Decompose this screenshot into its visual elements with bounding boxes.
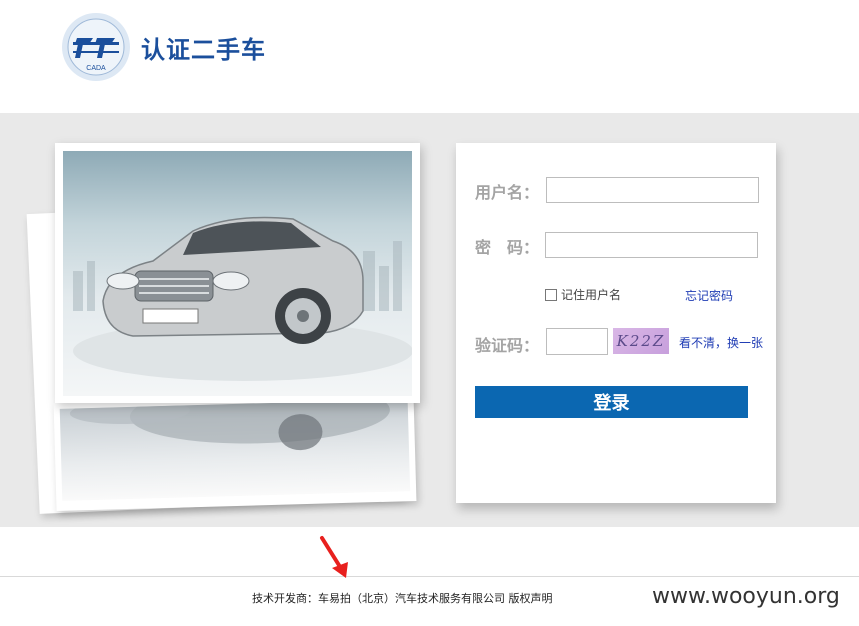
car-reflection-icon xyxy=(69,399,390,451)
password-input[interactable] xyxy=(545,232,758,258)
logo-caption: CADA xyxy=(86,65,106,72)
car-icon xyxy=(73,216,412,381)
captcha-label: 验证码： xyxy=(475,336,540,355)
captcha-image[interactable]: K22Z xyxy=(613,328,669,354)
red-arrow-icon xyxy=(320,536,348,578)
brand-title: 认证二手车 xyxy=(141,36,266,64)
remember-label: 记住用户名 xyxy=(561,288,622,302)
watermark: www.wooyun.org xyxy=(652,584,840,609)
photo-frame-reflection xyxy=(53,392,417,512)
password-label: 密 码： xyxy=(475,238,540,257)
remember-checkbox[interactable] xyxy=(545,288,557,301)
header: CADA 认证二手车 xyxy=(0,0,859,113)
username-label: 用户名： xyxy=(475,183,540,202)
footer-divider xyxy=(0,576,859,577)
car-image xyxy=(63,151,412,396)
forgot-password-link[interactable]: 忘记密码 xyxy=(685,287,733,304)
footer-copyright: 技术开发商：车易拍（北京）汽车技术服务有限公司 版权声明 xyxy=(252,592,553,605)
captcha-input[interactable] xyxy=(546,328,608,355)
cada-logo-icon: CADA xyxy=(62,13,130,81)
refresh-captcha-link[interactable]: 看不清，换一张 xyxy=(679,334,763,351)
photo-frame-main xyxy=(55,143,420,403)
username-input[interactable] xyxy=(546,177,759,203)
car-reflection-image xyxy=(59,399,411,501)
remember-username[interactable]: 记住用户名 xyxy=(545,286,621,303)
login-button[interactable]: 登录 xyxy=(475,386,748,418)
